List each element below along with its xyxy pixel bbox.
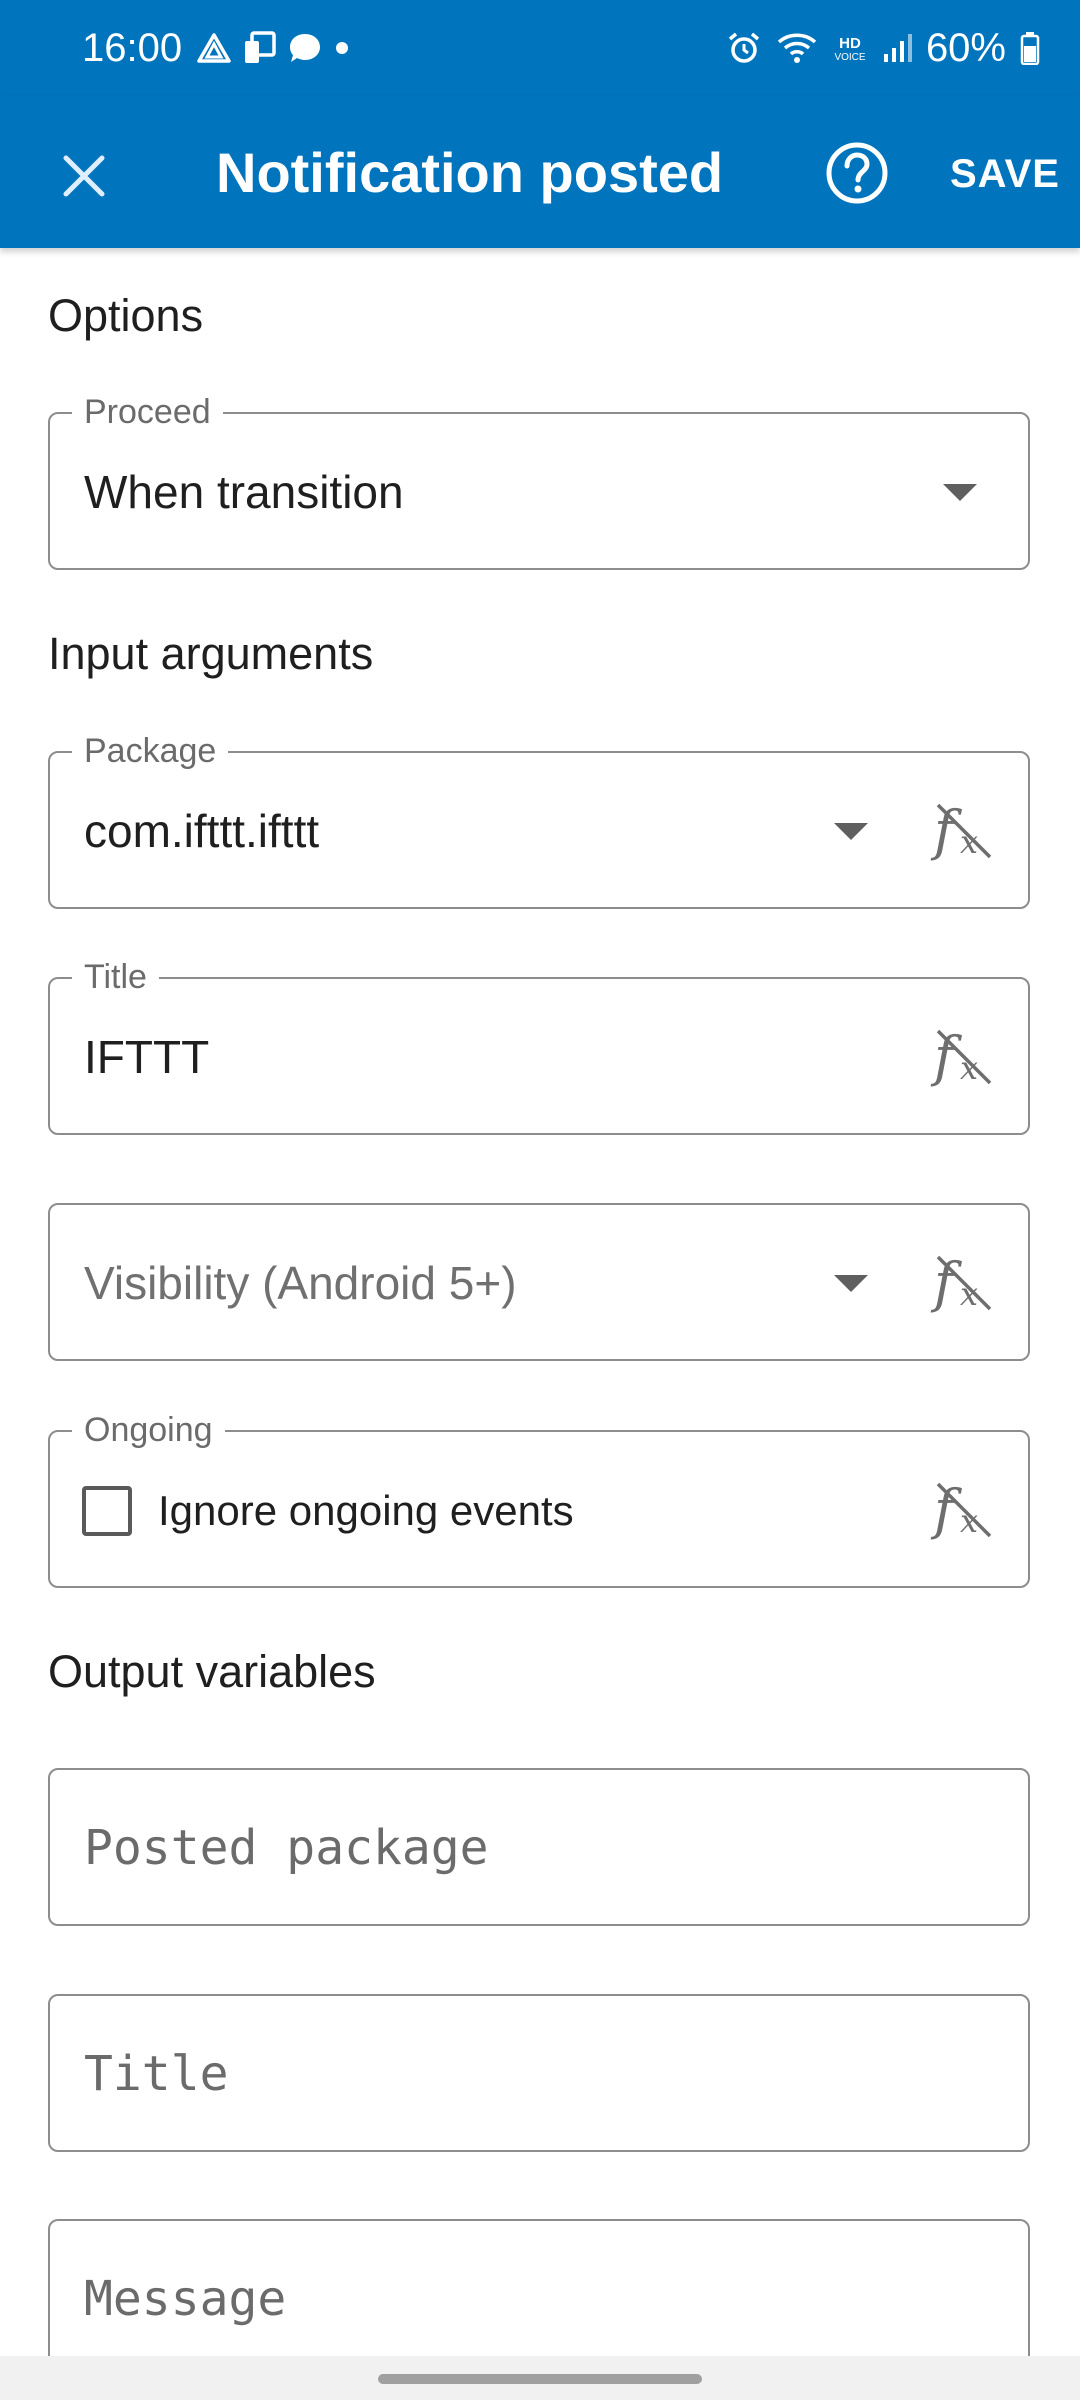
- options-section-title: Options: [48, 290, 204, 341]
- wifi-icon: [777, 33, 817, 63]
- output-variables-section-title: Output variables: [48, 1646, 376, 1697]
- fx-icon[interactable]: f x: [930, 1247, 994, 1319]
- navigation-bar: [0, 2356, 1080, 2400]
- ignore-ongoing-checkbox[interactable]: [82, 1486, 132, 1536]
- drive-icon: [197, 33, 231, 63]
- app-bar: Notification posted SAVE: [0, 96, 1080, 248]
- status-icons-right: HD VOICE 60%: [726, 24, 1040, 72]
- status-time: 16:00: [82, 26, 183, 70]
- battery-percent: 60%: [925, 26, 1006, 70]
- chevron-down-icon: [834, 823, 868, 840]
- svg-text:f: f: [930, 1478, 962, 1541]
- posted-package-placeholder: Posted package: [84, 1820, 489, 1876]
- signal-icon: [883, 34, 912, 62]
- dot-icon: [336, 42, 348, 54]
- package-dropdown[interactable]: Package com.ifttt.ifttt f x: [48, 731, 1030, 909]
- svg-text:f: f: [930, 799, 962, 862]
- title-input[interactable]: Title IFTTT f x: [48, 957, 1030, 1135]
- output-title-input[interactable]: Title: [48, 1994, 1030, 2152]
- svg-text:VOICE: VOICE: [834, 52, 865, 63]
- chat-icon: [290, 34, 320, 62]
- fx-icon[interactable]: f x: [930, 795, 994, 867]
- posted-package-input[interactable]: Posted package: [48, 1768, 1030, 1926]
- svg-text:HD: HD: [839, 35, 861, 52]
- title-value: IFTTT: [84, 1031, 210, 1083]
- output-title-placeholder: Title: [84, 2046, 229, 2102]
- svg-text:f: f: [930, 1025, 962, 1088]
- fx-icon[interactable]: f x: [930, 1474, 994, 1546]
- save-button[interactable]: SAVE: [950, 142, 1060, 206]
- help-button[interactable]: [820, 136, 894, 210]
- page-title: Notification posted: [216, 141, 724, 204]
- battery-icon: [1020, 32, 1040, 65]
- package-value: com.ifttt.ifttt: [84, 805, 320, 857]
- help-icon: [826, 142, 888, 204]
- home-gesture-handle[interactable]: [378, 2374, 702, 2384]
- proceed-value: When transition: [84, 466, 404, 518]
- chevron-down-icon: [834, 1275, 868, 1292]
- visibility-dropdown[interactable]: Visibility (Android 5+) f x: [48, 1203, 1030, 1361]
- ongoing-label: Ongoing: [72, 1410, 225, 1450]
- message-placeholder: Message: [84, 2271, 287, 2327]
- package-label: Package: [72, 731, 229, 771]
- message-input[interactable]: Message: [48, 2219, 1030, 2356]
- alarm-icon: [728, 32, 760, 63]
- close-button[interactable]: [48, 140, 120, 212]
- close-icon: [63, 155, 105, 197]
- chevron-down-icon: [943, 484, 977, 501]
- title-label: Title: [72, 957, 159, 997]
- input-arguments-section-title: Input arguments: [48, 628, 374, 679]
- cast-icon: [245, 31, 276, 63]
- visibility-placeholder: Visibility (Android 5+): [84, 1257, 517, 1309]
- status-bar: 16:00 HD VOICE 60%: [0, 0, 1080, 96]
- fx-icon[interactable]: f x: [930, 1021, 994, 1093]
- ignore-ongoing-label[interactable]: Ignore ongoing events: [158, 1484, 574, 1538]
- status-icons-left: [196, 28, 352, 68]
- svg-text:f: f: [930, 1251, 962, 1314]
- proceed-dropdown[interactable]: Proceed When transition: [48, 392, 1030, 570]
- proceed-label: Proceed: [72, 392, 223, 432]
- ongoing-field: Ongoing Ignore ongoing events f x: [48, 1410, 1030, 1588]
- hd-voice-icon: HD VOICE: [834, 35, 865, 63]
